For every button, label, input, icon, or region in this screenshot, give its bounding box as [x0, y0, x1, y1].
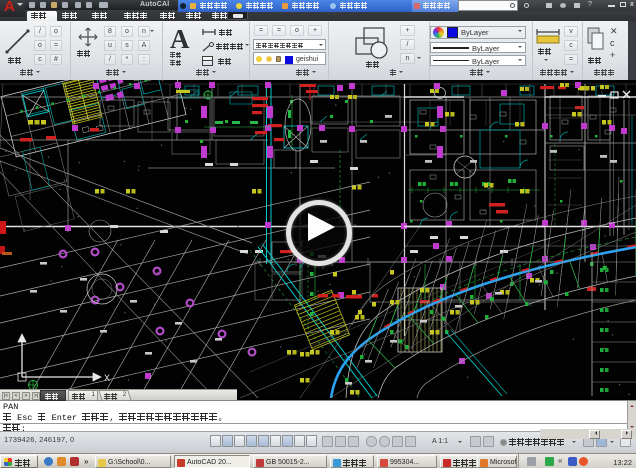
svg-text:X: X: [104, 373, 110, 383]
